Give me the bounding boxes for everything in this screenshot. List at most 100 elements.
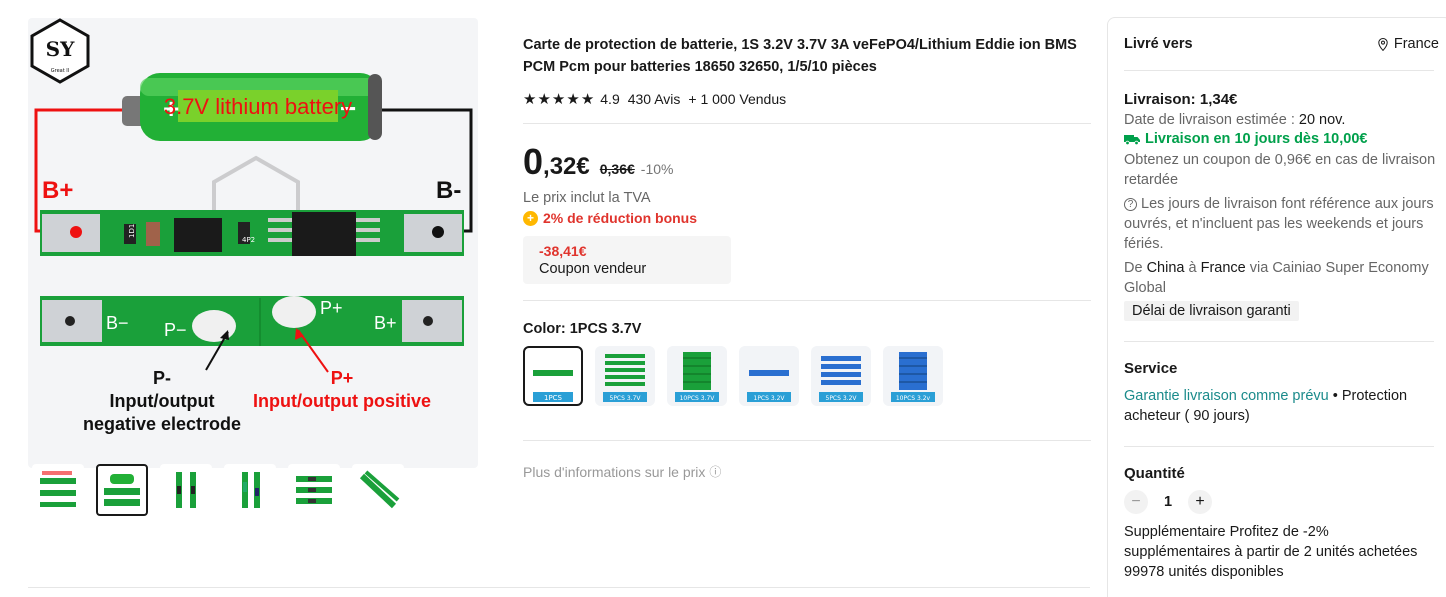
reviews-link[interactable]: 430 Avis	[628, 91, 681, 107]
coin-icon: +	[523, 210, 538, 226]
delivery-guarantee-link[interactable]: Garantie livraison comme prévu	[1124, 388, 1329, 404]
star-icon: ★	[580, 90, 595, 108]
quantity-input[interactable]: 1	[1148, 494, 1188, 510]
discount-percent: -10%	[640, 161, 674, 177]
star-icon: ★	[523, 90, 537, 108]
estimate-date: 20 nov.	[1298, 112, 1346, 128]
svg-text:1D1: 1D1	[128, 224, 136, 238]
p-minus-title: P-	[153, 368, 171, 388]
guaranteed-delivery-badge: Délai de livraison garanti	[1124, 301, 1299, 321]
thumbnail-1[interactable]	[32, 464, 84, 516]
divider	[523, 440, 1091, 441]
main-product-image[interactable]: SY Great II + − 3.7V lithium battery B+ …	[28, 18, 478, 468]
svg-text:P−: P−	[164, 320, 187, 340]
star-icon: ★	[566, 90, 580, 108]
svg-text:5PCS 3.2V: 5PCS 3.2V	[826, 395, 858, 402]
p-plus-title: P+	[331, 368, 354, 388]
swatch-10pcs-3-2v[interactable]: 10PCS 3.2v	[883, 346, 943, 406]
tax-note: Le prix inclut la TVA	[523, 190, 651, 206]
thumbnail-5[interactable]	[288, 464, 340, 516]
svg-text:3.7V lithium battery: 3.7V lithium battery	[164, 94, 352, 119]
stock-available: 99978 unités disponibles	[1124, 564, 1284, 580]
thumbnail-4[interactable]	[224, 464, 276, 516]
brand-logo: SY Great II	[30, 18, 90, 84]
shipping-route: De China à France via Cainiao Super Econ…	[1124, 260, 1429, 296]
location-pin-icon	[1378, 37, 1388, 51]
late-delivery-coupon: Obtenez un coupon de 0,96€ en cas de liv…	[1124, 152, 1436, 188]
thumbnail-2[interactable]	[96, 464, 148, 516]
sold-count: + 1 000 Vendus	[688, 91, 787, 107]
price-integer: 0	[523, 141, 544, 182]
fast-delivery: Livraison en 10 jours dès 10,00€	[1124, 131, 1439, 147]
swatch-1pcs[interactable]: 1PCS	[523, 346, 583, 406]
star-rating[interactable]: ★ ★ ★ ★ ★	[523, 92, 594, 107]
rating-value: 4.9	[600, 91, 620, 107]
svg-text:10PCS 3.7V: 10PCS 3.7V	[680, 395, 716, 402]
product-gallery: SY Great II + − 3.7V lithium battery B+ …	[28, 18, 478, 468]
rating-row: ★ ★ ★ ★ ★ 4.9 430 Avis + 1 000 Vendus	[523, 91, 1093, 107]
price-row: 0 ,32€ 0,36€ -10%	[523, 142, 1093, 182]
price-decimal: ,32€	[543, 153, 590, 180]
b-minus-label: B-	[436, 177, 461, 204]
divider	[1124, 446, 1434, 447]
svg-text:1PCS: 1PCS	[544, 394, 563, 402]
svg-text:1PCS 3.2V: 1PCS 3.2V	[754, 395, 786, 402]
delivery-estimate: Date de livraison estimée : 20 nov.	[1124, 112, 1346, 128]
fast-delivery-text: Livraison en 10 jours dès 10,00€	[1145, 131, 1368, 147]
svg-text:B+: B+	[374, 313, 397, 333]
delivery-panel: Livré vers France Livraison: 1,34€ Date …	[1107, 17, 1446, 597]
svg-text:SY: SY	[46, 37, 75, 61]
swatch-5pcs-3-7v[interactable]: 5PCS 3.7V	[595, 346, 655, 406]
p-minus-desc1: Input/output	[110, 391, 215, 411]
bonus-text: 2% de réduction bonus	[543, 210, 698, 226]
truck-icon	[1124, 134, 1140, 145]
divider	[523, 300, 1091, 301]
thumbnail-6[interactable]	[352, 464, 404, 516]
divider	[523, 123, 1091, 124]
coupon-label: Coupon vendeur	[539, 261, 647, 277]
quantity-decrease-button[interactable]: −	[1124, 490, 1148, 514]
svg-text:P+: P+	[320, 298, 343, 318]
deliver-to-row[interactable]: Livré vers France	[1124, 18, 1439, 70]
original-price: 0,36€	[599, 161, 635, 177]
quantity-title: Quantité	[1124, 465, 1185, 482]
thumbnail-strip	[32, 464, 404, 516]
star-icon: ★	[537, 90, 551, 108]
quantity-increase-button[interactable]: +	[1188, 490, 1212, 514]
bonus-discount: + 2% de réduction bonus	[523, 210, 1093, 226]
info-icon: ⓘ	[709, 465, 722, 479]
deliver-to-label: Livré vers	[1124, 36, 1193, 52]
country-name: France	[1393, 36, 1439, 52]
divider	[1124, 70, 1434, 71]
svg-text:4P2: 4P2	[242, 236, 255, 244]
p-plus-desc: Input/output positive	[253, 391, 431, 411]
svg-text:Great II: Great II	[51, 68, 69, 74]
color-swatches: 1PCS 5PCS 3.7V 10PCS 3.7V 1PCS 3.2V 5PCS…	[523, 346, 1093, 406]
swatch-1pcs-3-2v[interactable]: 1PCS 3.2V	[739, 346, 799, 406]
more-info-text: Plus d'informations sur le prix	[523, 463, 706, 480]
star-icon: ★	[551, 90, 566, 108]
service-title: Service	[1124, 360, 1178, 377]
question-icon[interactable]: ?	[1124, 198, 1137, 211]
route-destination: France	[1200, 260, 1246, 276]
color-label: Color: 1PCS 3.7V	[523, 321, 642, 337]
route-origin: China	[1146, 260, 1185, 276]
deliver-to-country[interactable]: France	[1378, 36, 1439, 52]
thumbnail-3[interactable]	[160, 464, 212, 516]
swatch-10pcs-3-7v[interactable]: 10PCS 3.7V	[667, 346, 727, 406]
svg-text:B−: B−	[106, 313, 129, 333]
svg-text:5PCS 3.7V: 5PCS 3.7V	[610, 395, 642, 402]
section-divider	[28, 587, 1090, 588]
pcb-bottom-image: B− P− P+ B+	[40, 296, 464, 346]
coupon-value: -38,41€	[539, 243, 587, 259]
b-plus-label: B+	[42, 177, 73, 204]
product-info: Carte de protection de batterie, 1S 3.2V…	[523, 34, 1093, 480]
seller-coupon[interactable]: -38,41€ Coupon vendeur	[523, 236, 731, 284]
quantity-stepper: − 1 +	[1124, 490, 1439, 514]
swatch-5pcs-3-2v[interactable]: 5PCS 3.2V	[811, 346, 871, 406]
working-days-note: ? Les jours de livraison font référence a…	[1124, 196, 1434, 252]
p-minus-desc2: negative electrode	[83, 414, 241, 434]
more-price-info[interactable]: Plus d'informations sur le prix ⓘ	[523, 463, 1093, 480]
bulk-discount-note: Supplémentaire Profitez de -2% supplémen…	[1124, 524, 1418, 560]
battery-image: + − 3.7V lithium battery	[122, 73, 382, 141]
